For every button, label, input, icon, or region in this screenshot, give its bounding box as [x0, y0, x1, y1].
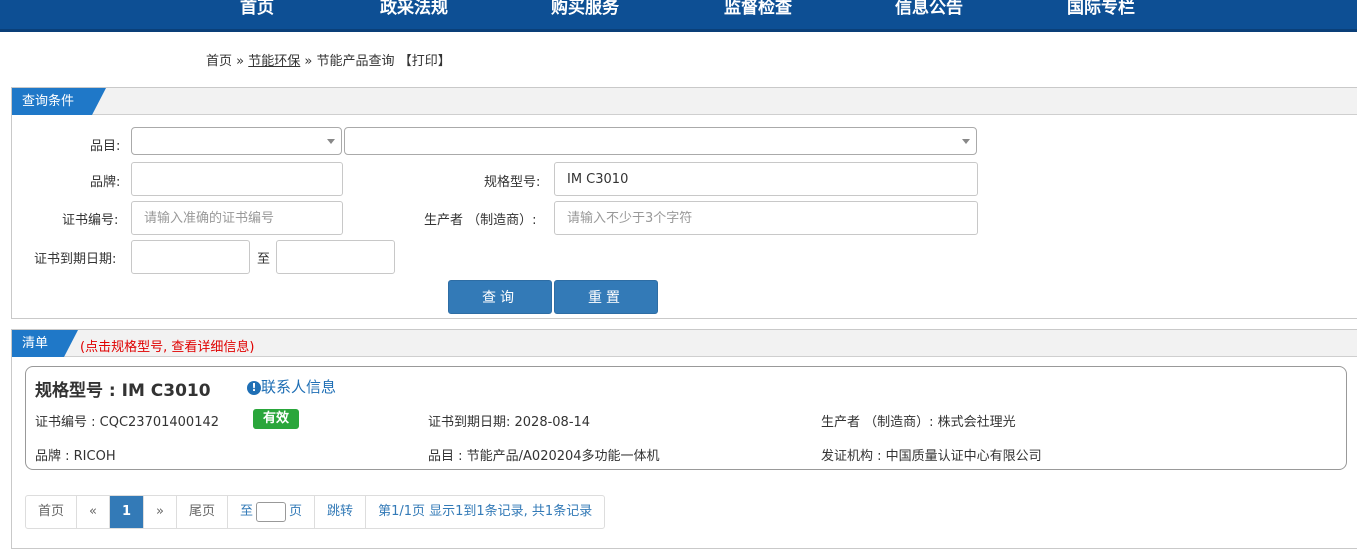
breadcrumb-home[interactable]: 首页 [206, 54, 232, 69]
chevron-down-icon [962, 139, 970, 144]
category-label: 品目: [90, 139, 121, 154]
breadcrumb-current: 节能产品查询 [316, 54, 395, 69]
breadcrumb-separator: » [236, 54, 245, 69]
breadcrumb-separator: » [304, 54, 313, 69]
model-input[interactable] [554, 162, 978, 196]
issuer-value: 发证机构 : 中国质量认证中心有限公司 [821, 449, 1042, 464]
breadcrumb: 首页 » 节能环保 » 节能产品查询 【打印】 [206, 50, 451, 69]
category-select-primary[interactable] [131, 127, 342, 155]
nav-announcements[interactable]: 信息公告 [895, 0, 963, 21]
pagination: 首页 « 1 » 尾页 至页 跳转 第1/1页 显示1到1条记录, 共1条记录 [25, 495, 606, 529]
pager-summary: 第1/1页 显示1到1条记录, 共1条记录 [378, 504, 593, 519]
query-panel-tab: 查询条件 [12, 88, 106, 115]
pager-page-unit: 页 [289, 504, 303, 519]
nav-regulations[interactable]: 政采法规 [380, 0, 448, 21]
model-title-link[interactable]: 规格型号 : IM C3010 [35, 376, 211, 401]
contact-info-label: 联系人信息 [261, 378, 337, 396]
expiry-end-input[interactable] [276, 240, 395, 274]
pager-jump-group: 至页 [228, 496, 316, 528]
pager-jump-button[interactable]: 跳转 [315, 496, 367, 528]
search-button[interactable]: 查询 [448, 280, 552, 314]
pager-last[interactable]: 尾页 [177, 496, 229, 528]
query-panel: 查询条件 品目: 品牌: 规格型号: 证书编号: 生产者 （制造商）: 证书到期… [11, 87, 1357, 319]
cert-no-label: 证书编号: [62, 213, 119, 228]
results-panel-tab: 清单 [12, 330, 78, 357]
expiry-value: 证书到期日期: 2028-08-14 [428, 415, 591, 430]
status-badge: 有效 [253, 409, 300, 429]
model-label: 规格型号: [484, 175, 541, 190]
manufacturer-label: 生产者 （制造商）: [424, 213, 537, 228]
chevron-down-icon [327, 139, 335, 144]
breadcrumb-section-link[interactable]: 节能环保 [248, 54, 300, 69]
result-card: 规格型号 : IM C3010 ! 联系人信息 证书编号 : CQC2370140… [25, 366, 1347, 470]
pager-next[interactable]: » [144, 496, 177, 528]
top-nav: 首页 政采法规 购买服务 监督检查 信息公告 国际专栏 [0, 0, 1357, 32]
nav-home[interactable]: 首页 [240, 0, 274, 21]
category-select-secondary[interactable] [344, 127, 977, 155]
manufacturer-input[interactable] [554, 201, 978, 235]
cert-no-value: 证书编号 : CQC23701400142 [35, 415, 220, 430]
manufacturer-value: 生产者 （制造商）: 株式会社理光 [821, 415, 1016, 430]
category-value: 品目 : 节能产品/A020204多功能一体机 [428, 449, 660, 464]
results-hint: (点击规格型号, 查看详细信息) [80, 340, 255, 355]
print-link[interactable]: 【打印】 [399, 54, 451, 69]
contact-info-link[interactable]: ! 联系人信息 [247, 376, 336, 397]
pager-first[interactable]: 首页 [26, 496, 78, 528]
nav-supervision[interactable]: 监督检查 [724, 0, 792, 21]
brand-label: 品牌: [90, 175, 121, 190]
results-panel-header: 清单 (点击规格型号, 查看详细信息) [12, 330, 1357, 357]
brand-input[interactable] [131, 162, 343, 196]
pager-jump-input[interactable] [256, 501, 287, 522]
results-panel: 清单 (点击规格型号, 查看详细信息) 规格型号 : IM C3010 ! 联系人… [11, 329, 1357, 549]
pager-prev[interactable]: « [77, 496, 110, 528]
expiry-start-input[interactable] [131, 240, 250, 274]
query-panel-header: 查询条件 [12, 88, 1357, 115]
cert-no-input[interactable] [131, 201, 343, 235]
brand-value: 品牌 : RICOH [35, 449, 116, 464]
expiry-label: 证书到期日期: [34, 252, 117, 267]
pager-page-current[interactable]: 1 [109, 496, 145, 528]
info-icon: ! [247, 381, 261, 395]
nav-international[interactable]: 国际专栏 [1067, 0, 1135, 21]
reset-button[interactable]: 重置 [554, 280, 658, 314]
nav-services[interactable]: 购买服务 [551, 0, 619, 21]
pager-to-label: 至 [240, 504, 254, 519]
expiry-to-label: 至 [257, 252, 271, 267]
